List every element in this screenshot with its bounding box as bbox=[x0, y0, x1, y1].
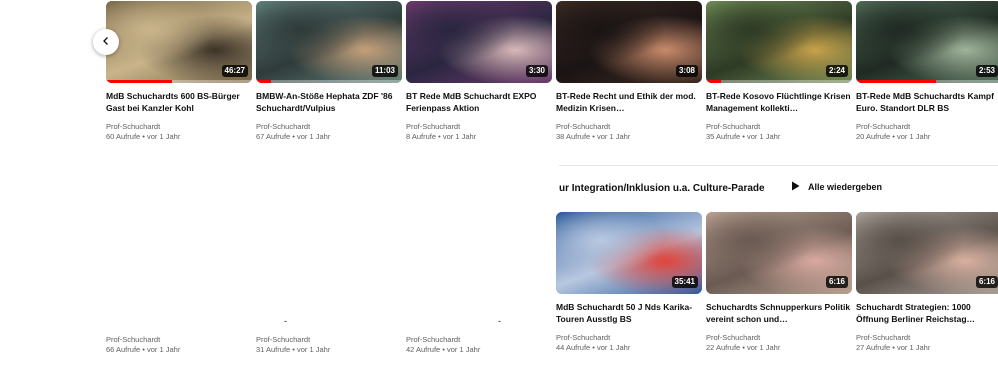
watch-progress-bar bbox=[706, 80, 721, 83]
video-thumbnail[interactable]: 6:16 bbox=[856, 212, 998, 294]
video-title[interactable]: MdB Schuchardts 600 BS-Bürger Gast bei K… bbox=[106, 90, 252, 114]
video-card[interactable]: 3:30 BT Rede MdB Schuchardt EXPO Ferienpa… bbox=[406, 1, 552, 142]
channel-name[interactable]: Prof-Schuchardt bbox=[856, 122, 998, 132]
progress-track bbox=[256, 80, 402, 83]
watch-progress-bar bbox=[106, 80, 172, 83]
video-card[interactable]: Prof-Schuchardt 66 Aufrufe • vor 1 Jahr bbox=[106, 306, 252, 355]
duration-badge: 6:16 bbox=[825, 276, 848, 288]
duration-badge: 3:08 bbox=[675, 65, 698, 77]
video-meta: 66 Aufrufe • vor 1 Jahr bbox=[106, 345, 181, 354]
video-title[interactable]: Schuchardts Schnupperkurs Politik verein… bbox=[706, 301, 852, 325]
channel-name[interactable]: Prof-Schuchardt bbox=[406, 122, 552, 132]
channel-name[interactable]: Prof-Schuchardt bbox=[706, 122, 852, 132]
shelf-title: ur Integration/Inklusion u.a. Culture-Pa… bbox=[559, 183, 765, 194]
video-meta: 27 Aufrufe • vor 1 Jahr bbox=[856, 343, 931, 352]
video-meta: 44 Aufrufe • vor 1 Jahr bbox=[556, 343, 631, 352]
video-title[interactable]: BT-Rede MdB Schuchardts Kampf Euro. Stan… bbox=[856, 90, 998, 114]
title-placeholder: - bbox=[498, 316, 501, 326]
channel-name[interactable]: Prof-Schuchardt bbox=[106, 335, 252, 345]
video-card[interactable]: 2:53 BT-Rede MdB Schuchardts Kampf Euro. … bbox=[856, 1, 998, 142]
video-thumbnail[interactable]: 6:16 bbox=[706, 212, 852, 294]
video-title[interactable]: BT Rede MdB Schuchardt EXPO Ferienpass A… bbox=[406, 90, 552, 114]
duration-badge: 2:24 bbox=[825, 65, 848, 77]
channel-name[interactable]: Prof-Schuchardt bbox=[106, 122, 252, 132]
video-thumbnail[interactable]: 11:03 bbox=[256, 1, 402, 83]
video-title[interactable]: BT-Rede Recht und Ethik der mod. Medizin… bbox=[556, 90, 702, 114]
video-title[interactable]: BT-Rede Kosovo Flüchtlinge Krisen Manage… bbox=[706, 90, 852, 114]
duration-badge: 2:53 bbox=[975, 65, 998, 77]
channel-name[interactable]: Prof-Schuchardt bbox=[406, 335, 552, 345]
carousel-prev-button[interactable] bbox=[93, 29, 119, 55]
duration-badge: 6:16 bbox=[975, 276, 998, 288]
play-all-button[interactable]: Alle wiedergeben bbox=[791, 181, 882, 193]
video-meta: 35 Aufrufe • vor 1 Jahr bbox=[706, 132, 781, 141]
video-thumbnail[interactable]: 3:30 bbox=[406, 1, 552, 83]
video-card[interactable]: 3:08 BT-Rede Recht und Ethik der mod. Med… bbox=[556, 1, 702, 142]
channel-name[interactable]: Prof-Schuchardt bbox=[256, 122, 402, 132]
video-thumbnail[interactable]: 35:41 bbox=[556, 212, 702, 294]
duration-badge: 3:30 bbox=[525, 65, 548, 77]
duration-badge: 46:27 bbox=[221, 65, 248, 77]
watch-progress-bar bbox=[256, 80, 271, 83]
duration-badge: 35:41 bbox=[671, 276, 698, 288]
video-card[interactable]: 6:16 Schuchardts Schnupperkurs Politik ve… bbox=[706, 212, 852, 353]
play-icon bbox=[791, 181, 800, 193]
video-card[interactable]: 6:16 Schuchardt Strategien: 1000 Öffnung … bbox=[856, 212, 998, 353]
video-card[interactable]: 46:27 MdB Schuchardts 600 BS-Bürger Gast … bbox=[106, 1, 252, 142]
watch-progress-bar bbox=[856, 80, 937, 83]
title-placeholder: - bbox=[284, 316, 287, 326]
video-meta: 38 Aufrufe • vor 1 Jahr bbox=[556, 132, 631, 141]
video-title[interactable]: BMBW-An-Stöße Hephata ZDF '86 Schuchardt… bbox=[256, 90, 402, 114]
channel-name[interactable]: Prof-Schuchardt bbox=[556, 333, 702, 343]
video-thumbnail[interactable]: 3:08 bbox=[556, 1, 702, 83]
video-thumbnail[interactable]: 2:24 bbox=[706, 1, 852, 83]
channel-name[interactable]: Prof-Schuchardt bbox=[856, 333, 998, 343]
video-title[interactable]: MdB Schuchardt 50 J Nds Karika-Touren Au… bbox=[556, 301, 702, 325]
video-meta: 67 Aufrufe • vor 1 Jahr bbox=[256, 132, 331, 141]
video-card[interactable]: 35:41 MdB Schuchardt 50 J Nds Karika-Tour… bbox=[556, 212, 702, 353]
video-title[interactable]: Schuchardt Strategien: 1000 Öffnung Berl… bbox=[856, 301, 998, 325]
duration-badge: 11:03 bbox=[371, 65, 398, 77]
video-meta: 42 Aufrufe • vor 1 Jahr bbox=[406, 345, 481, 354]
play-all-label: Alle wiedergeben bbox=[808, 182, 883, 192]
video-meta: 22 Aufrufe • vor 1 Jahr bbox=[706, 343, 781, 352]
video-meta: 60 Aufrufe • vor 1 Jahr bbox=[106, 132, 181, 141]
channel-name[interactable]: Prof-Schuchardt bbox=[256, 335, 402, 345]
video-meta: 31 Aufrufe • vor 1 Jahr bbox=[256, 345, 331, 354]
chevron-left-icon bbox=[101, 33, 111, 51]
video-thumbnail[interactable]: 2:53 bbox=[856, 1, 998, 83]
video-meta: 8 Aufrufe • vor 1 Jahr bbox=[406, 132, 477, 141]
shelf-divider bbox=[559, 165, 998, 166]
progress-track bbox=[706, 80, 852, 83]
channel-name[interactable]: Prof-Schuchardt bbox=[706, 333, 852, 343]
video-thumbnail[interactable]: 46:27 bbox=[106, 1, 252, 83]
channel-name[interactable]: Prof-Schuchardt bbox=[556, 122, 702, 132]
video-card[interactable]: 2:24 BT-Rede Kosovo Flüchtlinge Krisen Ma… bbox=[706, 1, 852, 142]
video-card[interactable]: - Prof-Schuchardt 31 Aufrufe • vor 1 Jahr bbox=[256, 306, 402, 355]
video-card[interactable]: - Prof-Schuchardt 42 Aufrufe • vor 1 Jahr bbox=[406, 306, 552, 355]
video-card[interactable]: 11:03 BMBW-An-Stöße Hephata ZDF '86 Schuc… bbox=[256, 1, 402, 142]
video-meta: 20 Aufrufe • vor 1 Jahr bbox=[856, 132, 931, 141]
